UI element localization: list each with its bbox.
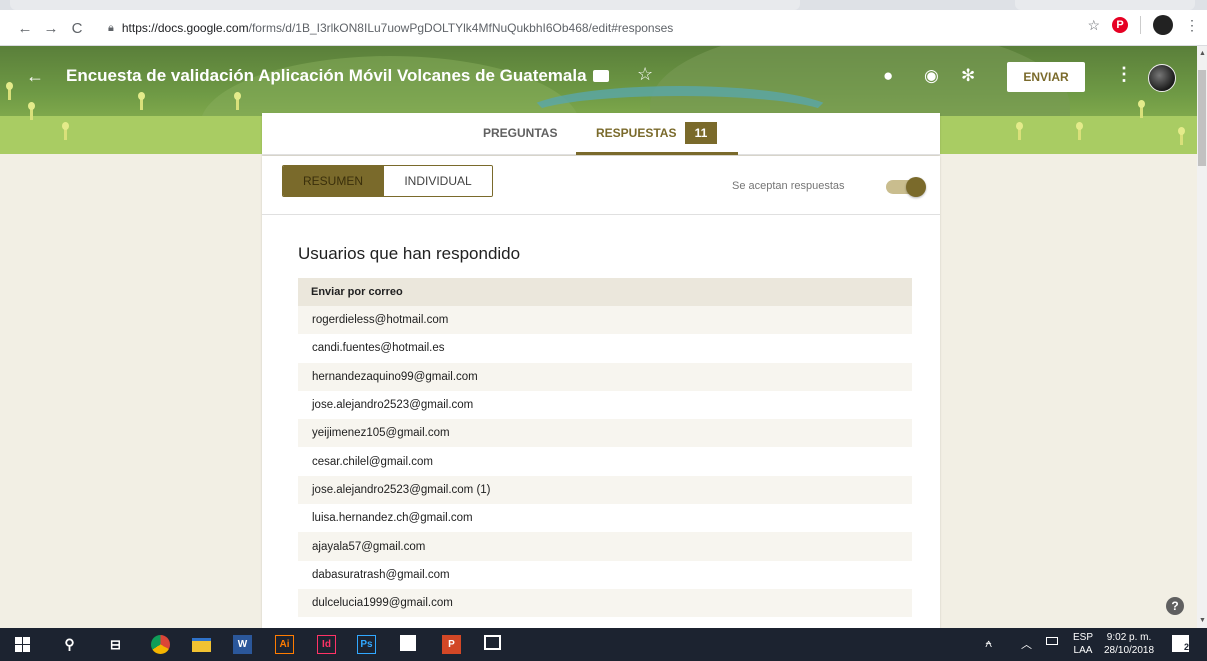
taskbar-app-sticky[interactable]	[400, 635, 416, 651]
avatar[interactable]	[1148, 64, 1176, 92]
email-row[interactable]: jose.alejandro2523@gmail.com (1)	[298, 475, 912, 505]
taskbar: ⚲ ⊟ W Ai Id Ps P ⍲ ︿ ESP LAA 9:02 p. m. 28/1…	[0, 628, 1207, 661]
email-row[interactable]: cesar.chilel@gmail.com	[298, 447, 912, 475]
email-row[interactable]: candi.fuentes@hotmail.es	[298, 334, 912, 362]
banner-tree	[1178, 127, 1185, 145]
url-bar[interactable]: 🔒︎ https://docs.google.com/forms/d/1B_I3…	[108, 14, 673, 42]
banner-tree	[1076, 122, 1083, 140]
form-tabs: PREGUNTAS RESPUESTAS 11	[262, 113, 940, 155]
clock[interactable]: 9:02 p. m. 28/10/2018	[1104, 631, 1154, 657]
taskbar-app-illustrator[interactable]: Ai	[275, 635, 294, 654]
responses-card: RESUMEN INDIVIDUAL Se aceptan respuestas…	[262, 156, 940, 628]
email-row[interactable]: ajayala57@gmail.com	[298, 532, 912, 561]
scrollbar-thumb[interactable]	[1198, 70, 1206, 166]
forward-arrow-icon[interactable]: →	[40, 17, 62, 39]
taskbar-app-photoshop[interactable]: Ps	[357, 635, 376, 654]
url-path: /forms/d/1B_I3rlkON8ILu7uowPgDOLTYlk4MfN…	[248, 21, 674, 35]
star-icon[interactable]: ☆	[1087, 17, 1100, 34]
browser-toolbar: ← → C 🔒︎ https://docs.google.com/forms/d…	[0, 10, 1207, 46]
responses-count-badge: 11	[685, 122, 717, 144]
email-row[interactable]: hernandezaquino99@gmail.com	[298, 362, 912, 391]
windows-start-icon[interactable]	[13, 635, 32, 654]
search-icon[interactable]: ⚲	[60, 635, 79, 654]
back-arrow-icon[interactable]: ←	[14, 17, 36, 39]
folder-icon[interactable]	[593, 70, 609, 82]
banner-tree	[1138, 100, 1145, 118]
scroll-down-icon[interactable]: ▼	[1199, 617, 1206, 624]
toolbar-divider	[1140, 16, 1141, 34]
tab-responses[interactable]: RESPUESTAS	[596, 126, 676, 140]
gear-icon[interactable]: ✻	[961, 66, 975, 86]
banner-tree	[234, 92, 241, 110]
notifications-icon[interactable]: 2	[1172, 635, 1189, 652]
email-row[interactable]: dulcelucia1999@gmail.com	[298, 588, 912, 618]
view-toggle: RESUMEN INDIVIDUAL	[282, 165, 493, 197]
lock-icon: 🔒︎	[108, 21, 114, 34]
palette-icon[interactable]: ●	[883, 66, 893, 86]
divider	[262, 214, 940, 215]
banner-tree	[28, 102, 35, 120]
summary-button[interactable]: RESUMEN	[283, 166, 383, 196]
banner-tree	[62, 122, 69, 140]
banner-tree	[6, 82, 13, 100]
clock-date: 28/10/2018	[1104, 645, 1155, 656]
form-title[interactable]: Encuesta de validación Aplicación Móvil …	[66, 66, 587, 86]
email-row[interactable]: rogerdieless@hotmail.com	[298, 306, 912, 335]
banner-tree	[1016, 122, 1023, 140]
browser-tab[interactable]	[1015, 0, 1195, 10]
taskbar-app-word[interactable]: W	[233, 635, 252, 654]
notification-count: 2	[1183, 642, 1189, 652]
section-title: Usuarios que han respondido	[298, 244, 521, 263]
profile-avatar[interactable]	[1153, 15, 1173, 35]
accepting-responses-label: Se aceptan respuestas	[732, 180, 845, 192]
url-host: https://docs.google.com	[121, 21, 249, 35]
browser-tabstrip	[0, 0, 1207, 10]
toggle-knob	[906, 177, 926, 197]
more-vert-icon[interactable]: ⋮	[1115, 64, 1133, 85]
individual-button[interactable]: INDIVIDUAL	[383, 166, 492, 196]
email-rows: rogerdieless@hotmail.com candi.fuentes@ho…	[298, 306, 912, 618]
lang-bottom: LAA	[1073, 645, 1093, 656]
language-indicator[interactable]: ESP LAA	[1073, 631, 1093, 657]
tab-questions[interactable]: PREGUNTAS	[483, 126, 557, 140]
star-icon[interactable]: ☆	[637, 64, 653, 85]
active-tab-indicator	[576, 152, 738, 155]
email-row[interactable]: yeijimenez105@gmail.com	[298, 419, 912, 448]
send-button[interactable]: ENVIAR	[1007, 62, 1085, 92]
lang-top: ESP	[1073, 632, 1094, 643]
banner-tree	[138, 92, 145, 110]
help-button[interactable]: ?	[1166, 597, 1184, 615]
chevron-up-icon[interactable]: ︿	[1021, 636, 1032, 652]
people-icon[interactable]: ⍲	[985, 636, 992, 651]
taskbar-app-file-explorer[interactable]	[192, 638, 211, 652]
menu-dots-icon[interactable]: ⋮	[1185, 17, 1199, 34]
accepting-responses-toggle[interactable]	[886, 177, 926, 197]
taskbar-app-chrome[interactable]	[151, 635, 170, 654]
scroll-up-icon[interactable]: ▲	[1199, 50, 1206, 57]
pinterest-icon[interactable]: P	[1112, 17, 1128, 33]
page-scrollbar[interactable]: ▲ ▼	[1197, 46, 1207, 628]
respondents-list: Enviar por correo rogerdieless@hotmail.c…	[298, 278, 912, 618]
reload-icon[interactable]: C	[66, 17, 88, 39]
email-row[interactable]: dabasuratrash@gmail.com	[298, 561, 912, 589]
back-arrow-icon[interactable]: ←	[26, 66, 44, 87]
list-header: Enviar por correo	[298, 278, 912, 306]
battery-icon[interactable]	[1046, 637, 1058, 645]
clock-time: 9:02 p. m.	[1106, 632, 1152, 643]
taskbar-app-indesign[interactable]: Id	[317, 635, 336, 654]
taskbar-app-photos[interactable]	[484, 635, 501, 650]
email-row[interactable]: luisa.hernandez.ch@gmail.com	[298, 504, 912, 532]
email-row[interactable]: jose.alejandro2523@gmail.com	[298, 391, 912, 419]
taskbar-app-powerpoint[interactable]: P	[442, 635, 461, 654]
task-view-icon[interactable]: ⊟	[106, 635, 125, 654]
browser-tab[interactable]	[10, 0, 800, 10]
eye-icon[interactable]: ◉	[924, 66, 939, 86]
